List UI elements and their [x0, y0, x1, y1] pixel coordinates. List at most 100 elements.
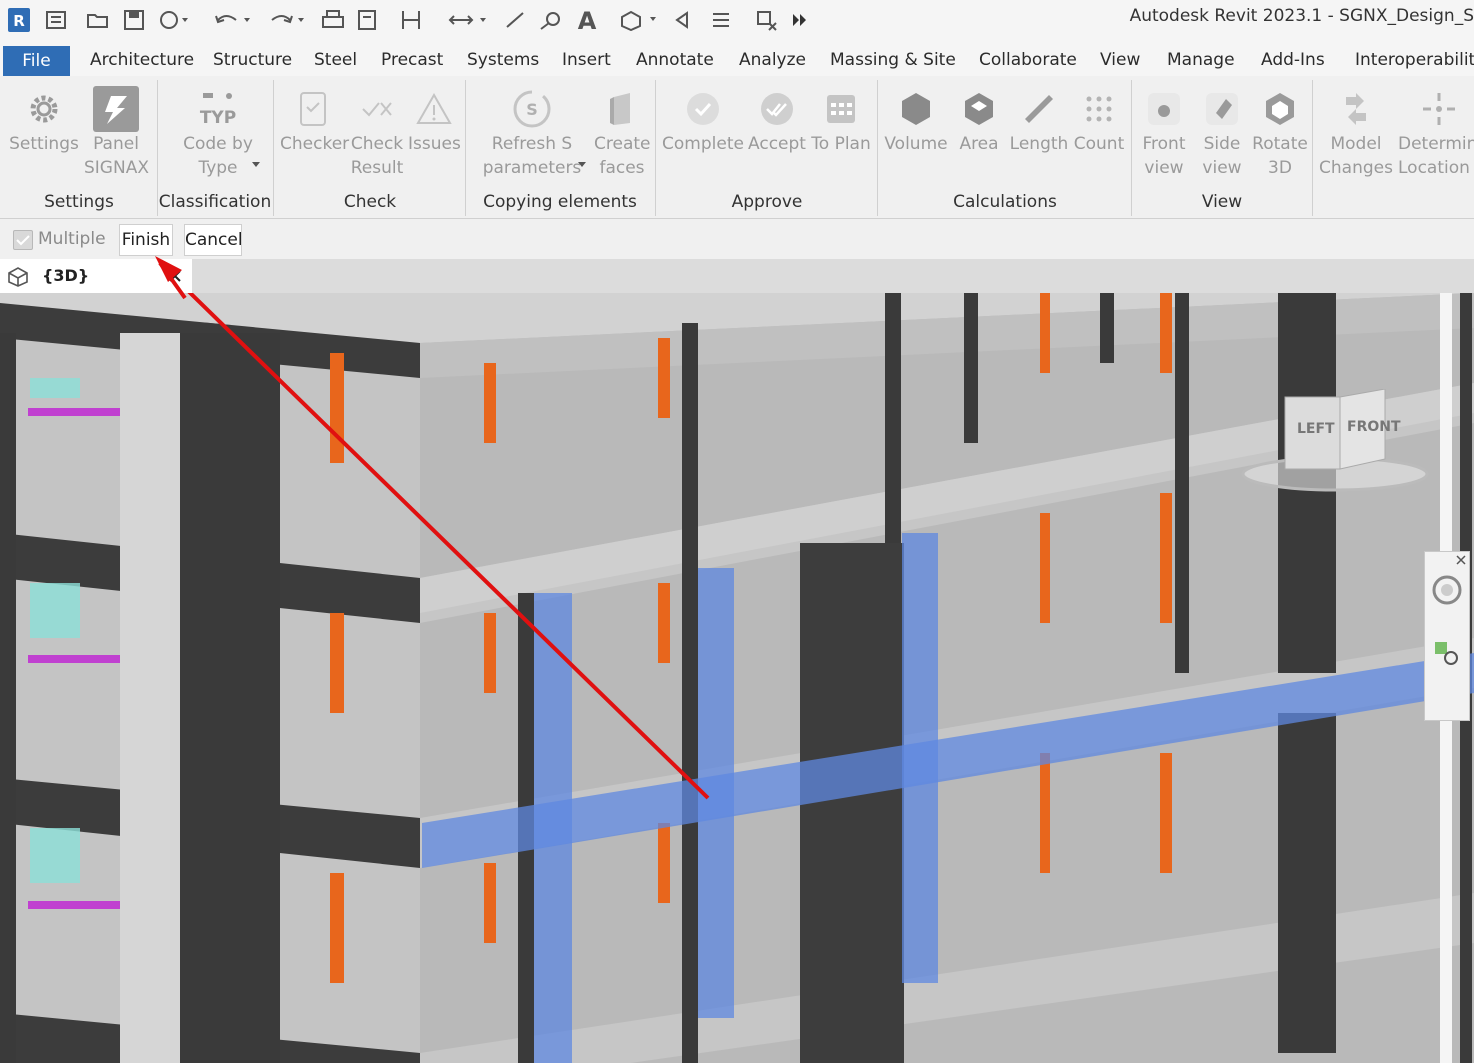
tab-systems[interactable]: Systems: [467, 42, 539, 76]
accept-label: Accept: [748, 134, 806, 154]
multiple-label: Multiple: [38, 229, 106, 249]
signax-logo-icon: [93, 86, 139, 132]
code-by-type-label-1: Code by: [183, 134, 253, 154]
section-icon[interactable]: [672, 7, 698, 33]
text-icon[interactable]: A: [574, 7, 600, 33]
view-tab-label: {3D}: [42, 266, 90, 285]
panel-separator: [465, 80, 466, 216]
options-bar: Multiple Finish Cancel: [0, 219, 1474, 259]
area-label: Area: [959, 134, 999, 154]
default-3d-view-icon[interactable]: [618, 7, 662, 33]
panel-title-view: View: [1201, 192, 1243, 212]
code-by-type-tool[interactable]: TYP Code by Type: [168, 76, 268, 180]
revit-logo-letter: R: [13, 12, 25, 30]
checker-tool[interactable]: Checker: [280, 76, 349, 156]
issues-tool[interactable]: Issues: [408, 76, 461, 156]
redo-icon[interactable]: [266, 7, 306, 33]
count-tool[interactable]: Count: [1072, 76, 1126, 156]
cancel-button[interactable]: Cancel: [184, 224, 243, 256]
panel-signax-label-2: SIGNAX: [84, 158, 149, 178]
complete-tool[interactable]: Complete: [662, 76, 744, 156]
gear-icon: [21, 86, 67, 132]
3d-view-icon: [8, 267, 28, 287]
create-faces-tool[interactable]: Create faces: [594, 76, 651, 180]
create-faces-label-2: faces: [599, 158, 645, 178]
open-folder-icon[interactable]: [86, 7, 110, 33]
tab-massing-site[interactable]: Massing & Site: [830, 42, 956, 76]
dots-grid-icon: [1076, 86, 1122, 132]
side-view-tool[interactable]: Side view: [1196, 76, 1248, 180]
tab-manage[interactable]: Manage: [1167, 42, 1235, 76]
finish-button[interactable]: Finish: [119, 224, 173, 256]
complete-label: Complete: [662, 134, 744, 154]
tab-interoperability[interactable]: Interoperability: [1355, 42, 1474, 76]
front-view-tool[interactable]: Front view: [1138, 76, 1190, 180]
save-icon[interactable]: [122, 7, 146, 33]
determine-location-tool[interactable]: Determine Location: [1398, 76, 1474, 180]
measure-icon[interactable]: [398, 7, 424, 33]
aligned-dimension-icon[interactable]: [446, 7, 490, 33]
tab-annotate[interactable]: Annotate: [636, 42, 714, 76]
ribbon: Settings Panel SIGNAX TYP Code by Type C…: [0, 76, 1474, 219]
close-icon[interactable]: [168, 269, 182, 283]
check-icon: [16, 235, 30, 246]
tab-architecture[interactable]: Architecture: [90, 42, 194, 76]
undo-icon[interactable]: [212, 7, 252, 33]
panel-title-settings: Settings: [44, 192, 114, 212]
refresh-s-label-1: Refresh S: [491, 134, 573, 154]
code-by-type-dropdown-icon[interactable]: [252, 162, 260, 167]
annotation-arrow: [187, 293, 710, 800]
tab-steel[interactable]: Steel: [314, 42, 357, 76]
count-label: Count: [1073, 134, 1125, 154]
spot-elevation-icon[interactable]: [538, 7, 564, 33]
revit-logo-icon[interactable]: R: [6, 7, 32, 33]
code-by-type-label-2: Type: [198, 158, 238, 178]
3d-viewport[interactable]: LEFT FRONT: [0, 293, 1474, 1063]
refresh-s-icon: S: [509, 86, 555, 132]
export-pdf-icon[interactable]: [354, 7, 380, 33]
print-icon[interactable]: [320, 7, 346, 33]
refresh-s-parameters-tool[interactable]: S Refresh S parameters: [482, 76, 586, 180]
rotate-3d-label-2: 3D: [1268, 158, 1292, 178]
check-result-tool[interactable]: Check Result: [350, 76, 404, 180]
tab-precast[interactable]: Precast: [381, 42, 443, 76]
diagonal-dimension-icon[interactable]: [502, 7, 528, 33]
tab-view[interactable]: View: [1100, 42, 1140, 76]
issues-label: Issues: [408, 134, 461, 154]
panel-separator: [877, 80, 878, 216]
view-tab-3d[interactable]: {3D}: [0, 259, 192, 293]
area-tool[interactable]: Area: [954, 76, 1004, 156]
close-hidden-windows-icon[interactable]: [754, 7, 780, 33]
tab-add-ins[interactable]: Add-Ins: [1261, 42, 1325, 76]
create-faces-label-1: Create: [594, 134, 651, 154]
panel-title-classification: Classification: [158, 192, 272, 212]
tab-structure[interactable]: Structure: [213, 42, 292, 76]
length-tool[interactable]: Length: [1008, 76, 1070, 156]
to-plan-label: To Plan: [811, 134, 871, 154]
multiple-checkbox[interactable]: [13, 230, 33, 250]
panel-signax-tool[interactable]: Panel SIGNAX: [84, 76, 149, 180]
rotate-3d-label-1: Rotate: [1252, 134, 1308, 154]
front-view-label-1: Front: [1142, 134, 1186, 154]
settings-tool[interactable]: Settings: [8, 76, 80, 156]
app-menu-icon[interactable]: [44, 7, 68, 33]
accept-tool[interactable]: Accept: [748, 76, 806, 156]
sync-icon[interactable]: [158, 7, 188, 33]
tab-analyze[interactable]: Analyze: [739, 42, 806, 76]
model-changes-tool[interactable]: Model Changes: [1318, 76, 1394, 180]
faces-icon: [599, 86, 645, 132]
volume-tool[interactable]: Volume: [882, 76, 950, 156]
front-view-label-2: view: [1144, 158, 1184, 178]
area-icon: [956, 86, 1002, 132]
settings-tool-label: Settings: [9, 134, 79, 154]
tab-insert[interactable]: Insert: [562, 42, 611, 76]
thin-lines-icon[interactable]: [708, 7, 734, 33]
refresh-s-dropdown-icon[interactable]: [578, 162, 586, 167]
panel-title-approve: Approve: [731, 192, 803, 212]
model-changes-label-2: Changes: [1319, 158, 1393, 178]
tab-collaborate[interactable]: Collaborate: [979, 42, 1077, 76]
rotate-3d-tool[interactable]: Rotate 3D: [1252, 76, 1308, 180]
more-tools-icon[interactable]: [790, 7, 810, 33]
to-plan-tool[interactable]: To Plan: [810, 76, 872, 156]
tab-file[interactable]: File: [3, 46, 70, 76]
